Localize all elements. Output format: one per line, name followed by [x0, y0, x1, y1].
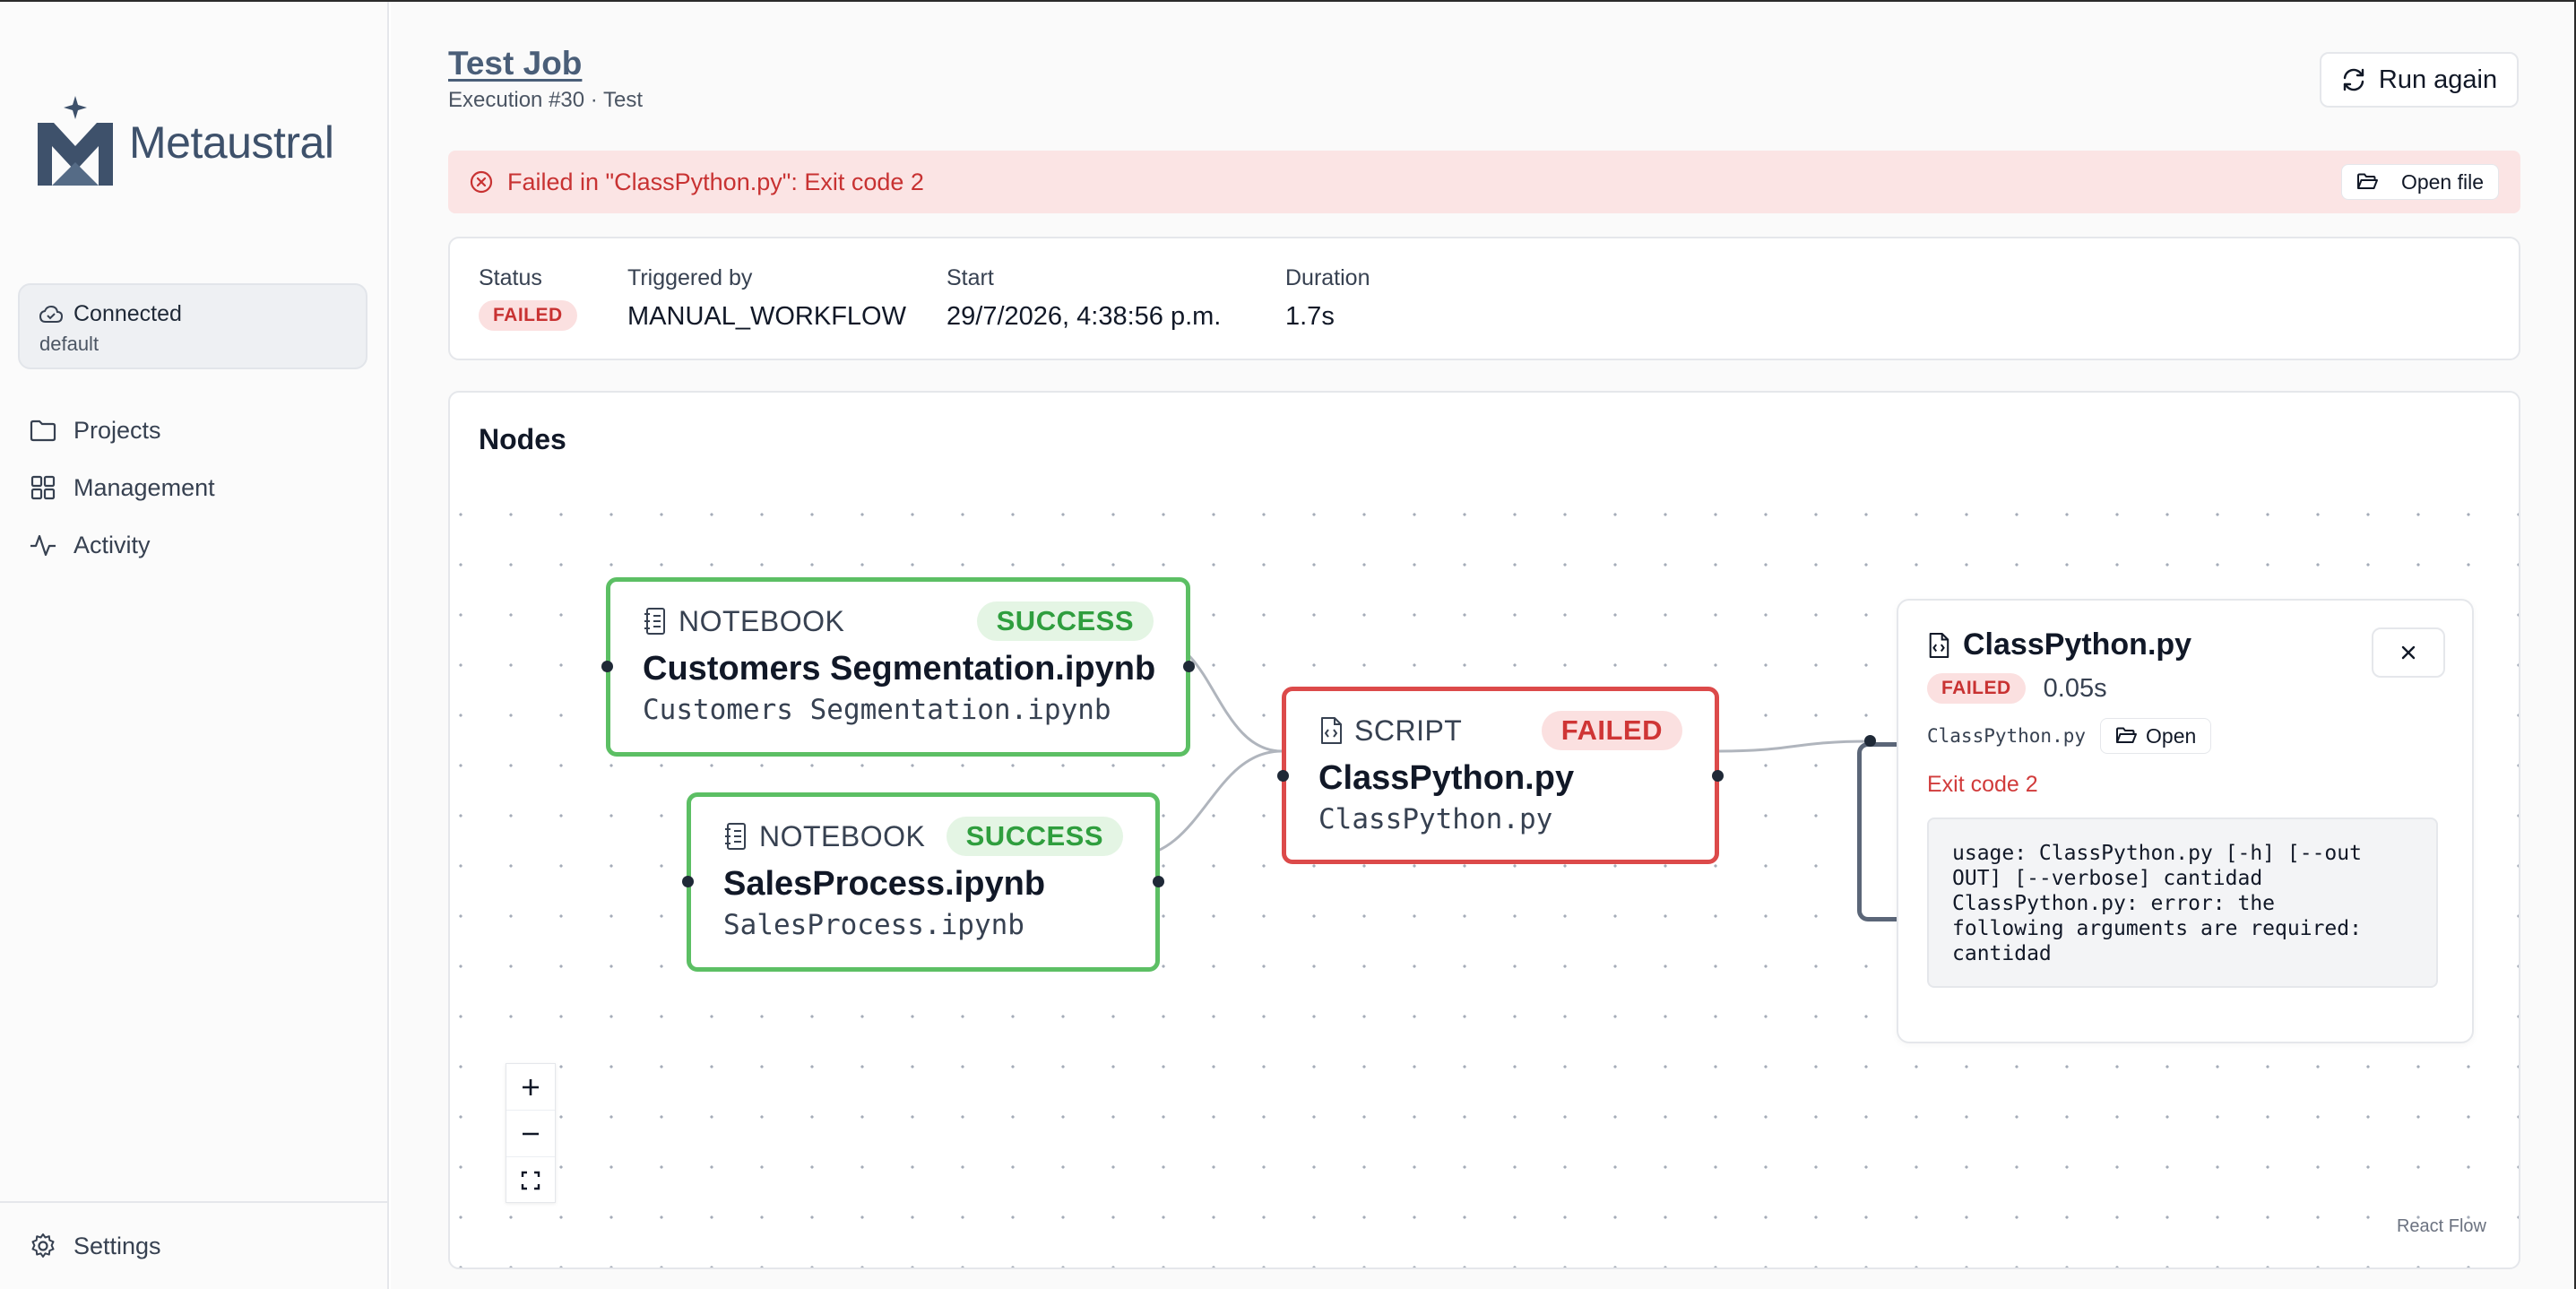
- minus-icon: [523, 1132, 539, 1135]
- sidebar-nav: Projects Management Activity: [29, 402, 215, 574]
- stat-label: Duration: [1285, 265, 1370, 290]
- job-title-link[interactable]: Test Job: [448, 45, 582, 82]
- folder-open-icon: [2356, 173, 2378, 189]
- folder-icon: [30, 420, 56, 442]
- connection-profile: default: [39, 333, 99, 355]
- stat-value: 1.7s: [1285, 302, 1335, 331]
- folder-open-icon: [2116, 727, 2138, 743]
- flow-node-classpython[interactable]: SCRIPT FAILED ClassPython.py ClassPython…: [1277, 687, 1724, 864]
- stat-triggered-by: Triggered by MANUAL_WORKFLOW: [627, 265, 906, 332]
- sidebar-item-activity[interactable]: Activity: [29, 516, 215, 574]
- detail-file: ClassPython.py: [1927, 725, 2087, 747]
- main-content: Test Job Execution #30 · Test Run again …: [391, 2, 2574, 1289]
- connection-status[interactable]: Connected default: [18, 283, 367, 369]
- stat-label: Triggered by: [627, 265, 753, 290]
- close-detail-button[interactable]: [2372, 627, 2445, 678]
- notebook-icon: [644, 608, 665, 635]
- app-name: Metaustral: [129, 117, 334, 168]
- sidebar-divider: [0, 1201, 387, 1203]
- node-file: ClassPython.py: [1318, 803, 1553, 835]
- error-log-output: usage: ClassPython.py [-h] [--out OUT] […: [1927, 818, 2438, 988]
- execution-subtitle: Execution #30 · Test: [448, 88, 644, 112]
- flow-node-customers-segmentation[interactable]: NOTEBOOK SUCCESS Customers Segmentation.…: [601, 577, 1195, 757]
- detail-title: ClassPython.py: [1963, 627, 2192, 662]
- close-icon: [2401, 645, 2416, 660]
- detail-duration: 0.05s: [2043, 673, 2107, 703]
- error-message: Failed in "ClassPython.py": Exit code 2: [507, 168, 924, 195]
- fit-view-icon: [521, 1171, 540, 1190]
- node-status-badge: FAILED: [1541, 711, 1682, 750]
- node-handle-left[interactable]: [601, 661, 613, 672]
- stat-label: Start: [947, 265, 994, 290]
- file-code-icon: [1321, 717, 1342, 744]
- nodes-title: Nodes: [479, 423, 566, 455]
- run-again-label: Run again: [2378, 65, 2498, 94]
- open-file-label: Open file: [2400, 169, 2484, 194]
- sidebar-item-settings[interactable]: Settings: [29, 1217, 161, 1275]
- zoom-in-button[interactable]: [506, 1064, 555, 1111]
- error-circle-icon: [470, 170, 493, 194]
- status-badge: FAILED: [1927, 673, 2026, 704]
- node-handle-left[interactable]: [1277, 770, 1289, 782]
- open-file-button[interactable]: Open file: [2340, 164, 2499, 200]
- status-badge: FAILED: [479, 300, 577, 331]
- node-handle-right[interactable]: [1153, 876, 1164, 887]
- node-handle-right[interactable]: [1183, 661, 1195, 672]
- flow-node-salesprocess[interactable]: NOTEBOOK SUCCESS SalesProcess.ipynb Sale…: [682, 792, 1164, 972]
- stat-label: Status: [479, 265, 542, 290]
- exit-code: Exit code 2: [1927, 772, 2038, 797]
- node-handle-right[interactable]: [1712, 770, 1724, 782]
- node-name: ClassPython.py: [1318, 759, 1575, 797]
- error-banner: Failed in "ClassPython.py": Exit code 2 …: [448, 151, 2520, 213]
- open-label: Open: [2146, 723, 2197, 748]
- file-code-icon: [1929, 632, 1949, 658]
- node-kind-label: NOTEBOOK: [679, 604, 845, 637]
- refresh-icon: [2343, 68, 2364, 91]
- node-kind-label: NOTEBOOK: [759, 819, 926, 852]
- node-status-badge: SUCCESS: [946, 817, 1123, 856]
- grid-icon: [30, 475, 56, 500]
- node-name: SalesProcess.ipynb: [723, 865, 1046, 903]
- node-file: SalesProcess.ipynb: [723, 909, 1024, 941]
- sidebar-item-label: Projects: [73, 416, 161, 444]
- plus-icon: [523, 1078, 539, 1095]
- sidebar-item-label: Management: [73, 473, 215, 501]
- open-button[interactable]: Open: [2100, 718, 2212, 754]
- node-handle-left[interactable]: [682, 876, 694, 887]
- stat-status: Status FAILED: [479, 265, 577, 331]
- app-logo[interactable]: Metaustral: [34, 96, 334, 189]
- node-kind-label: SCRIPT: [1354, 714, 1463, 747]
- flow-controls: [506, 1063, 556, 1203]
- execution-stats: Status FAILED Triggered by MANUAL_WORKFL…: [448, 237, 2520, 360]
- stat-value: 29/7/2026, 4:38:56 p.m.: [947, 302, 1222, 331]
- gear-icon: [31, 1233, 55, 1258]
- zoom-out-button[interactable]: [506, 1111, 555, 1157]
- node-name: Customers Segmentation.ipynb: [643, 650, 1156, 688]
- sidebar: Metaustral Connected default Projects Ma…: [0, 2, 389, 1289]
- node-detail-panel: ClassPython.py FAILED 0.05s ClassPython.…: [1897, 599, 2474, 1043]
- activity-icon: [30, 534, 56, 557]
- metaustral-logo-icon: [38, 96, 113, 186]
- stat-duration: Duration 1.7s: [1285, 265, 1370, 332]
- node-handle-left[interactable]: [1864, 735, 1876, 747]
- cloud-icon: [39, 305, 63, 323]
- sidebar-item-projects[interactable]: Projects: [29, 402, 215, 459]
- node-status-badge: SUCCESS: [976, 601, 1154, 641]
- node-file: Customers Segmentation.ipynb: [643, 694, 1111, 726]
- edge-classpython-to-next: [1718, 740, 1871, 753]
- connection-label: Connected: [73, 301, 182, 326]
- sidebar-item-management[interactable]: Management: [29, 459, 215, 516]
- flow-canvas[interactable]: NOTEBOOK SUCCESS Customers Segmentation.…: [450, 482, 2519, 1267]
- settings-label: Settings: [73, 1232, 161, 1259]
- stat-value: MANUAL_WORKFLOW: [627, 302, 906, 331]
- sidebar-item-label: Activity: [73, 531, 151, 558]
- run-again-button[interactable]: Run again: [2320, 52, 2519, 108]
- nodes-panel: Nodes NOTEBOOK SUCCESS Customers Segment…: [448, 391, 2520, 1269]
- fit-view-button[interactable]: [506, 1157, 555, 1204]
- notebook-icon: [725, 823, 746, 850]
- stat-start: Start 29/7/2026, 4:38:56 p.m.: [947, 265, 1221, 332]
- react-flow-attribution[interactable]: React Flow: [2397, 1216, 2486, 1237]
